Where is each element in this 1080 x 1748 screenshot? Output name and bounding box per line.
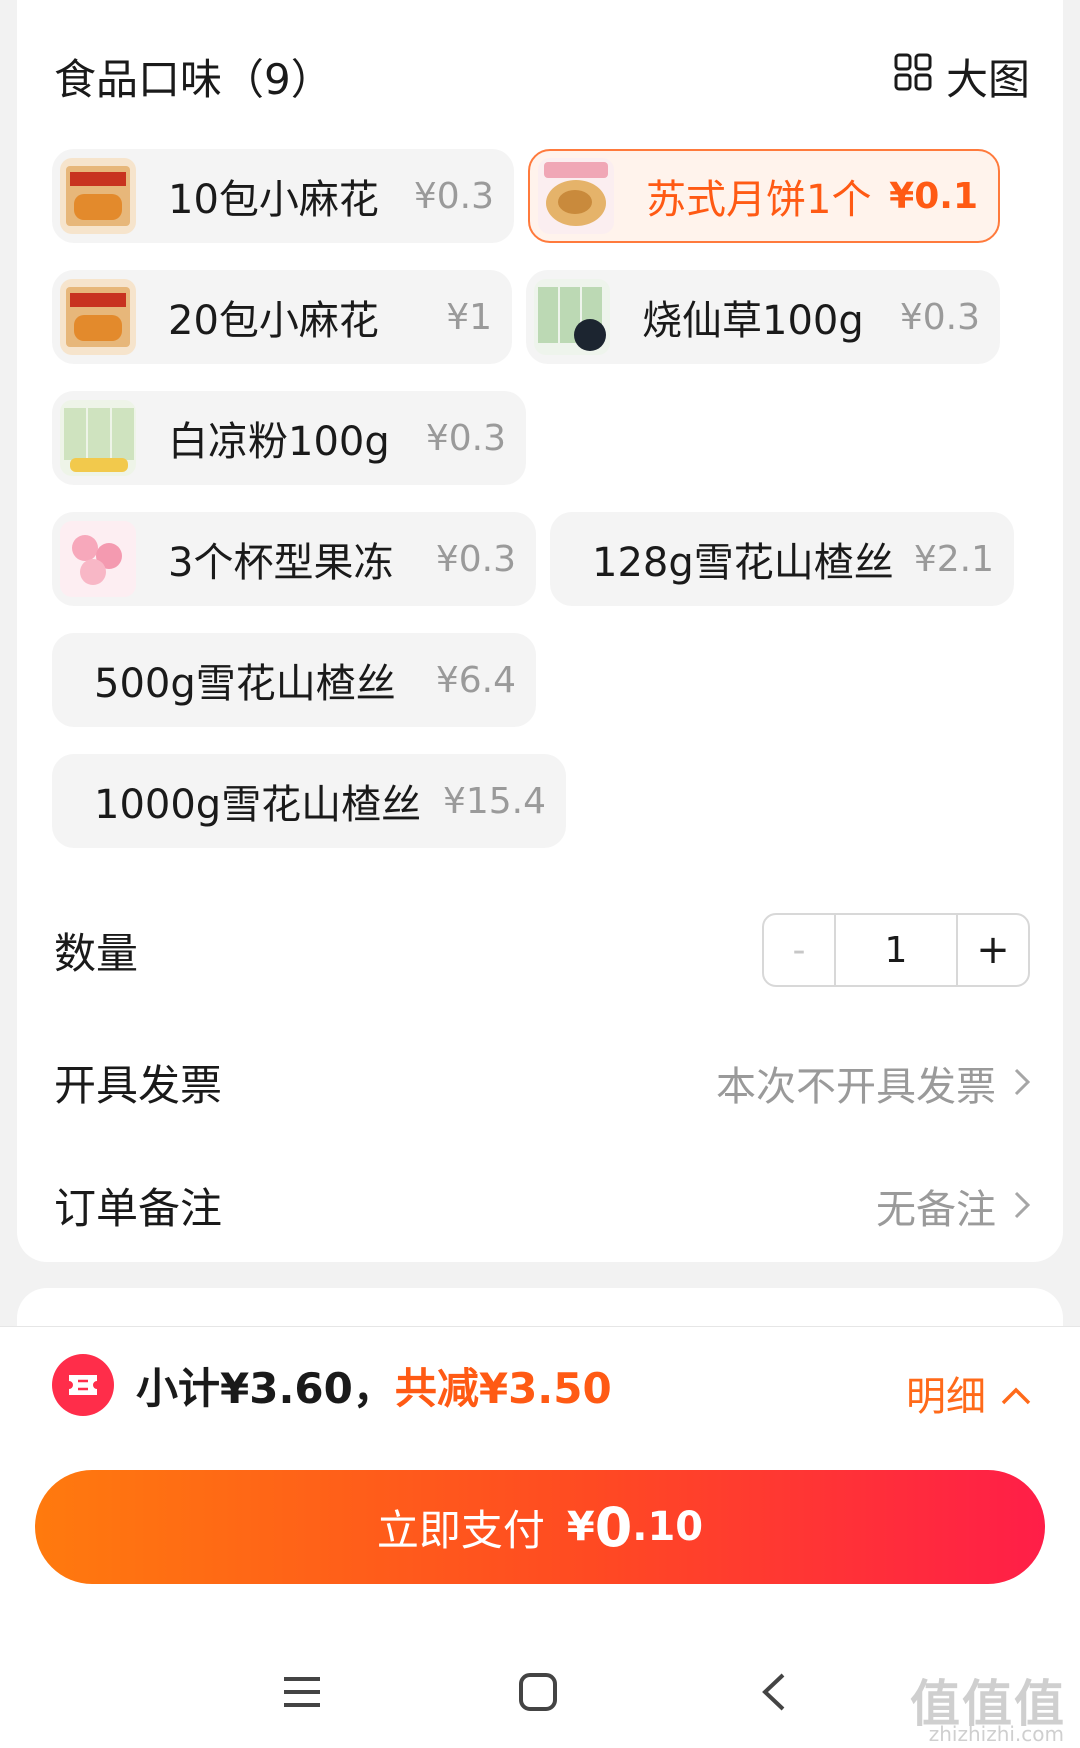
pay-now-button[interactable]: 立即支付 ¥ 0 .10 [35, 1470, 1045, 1584]
chevron-right-icon [1014, 1183, 1031, 1229]
detail-label: 明细 [906, 1374, 986, 1420]
big-view-label: 大图 [945, 55, 1030, 104]
flavor-option-price: ¥15.4 [442, 780, 546, 822]
flavor-option-name: 20包小麻花 [168, 298, 379, 344]
chevron-up-icon [986, 1370, 1032, 1416]
invoice-value: 本次不开具发票 [716, 1063, 996, 1110]
watermark-url: zhizhizhi.com [928, 1722, 1064, 1746]
big-view-toggle[interactable]: 大图 [894, 46, 1030, 107]
white-jelly-thumbnail [60, 400, 136, 476]
flavor-option-price: ¥0.3 [899, 296, 980, 338]
mooncake-thumbnail [538, 158, 614, 234]
invoice-value-wrap: 本次不开具发票 [716, 1054, 1031, 1112]
remark-label: 订单备注 [54, 1184, 223, 1233]
flavor-option-mooncake[interactable]: 苏式月饼1个 ¥0.1 [528, 149, 1000, 243]
remark-value: 无备注 [876, 1186, 996, 1233]
flavor-option-name: 128g雪花山楂丝 [592, 540, 894, 586]
flavor-option-hawthorn-500g[interactable]: 500g雪花山楂丝 ¥6.4 [52, 633, 536, 727]
flavor-option-price: ¥1 [446, 296, 492, 338]
flavor-option-price: ¥0.3 [435, 538, 516, 580]
subtotal-text: 小计¥3.60， [136, 1363, 395, 1413]
remark-value-wrap: 无备注 [876, 1177, 1031, 1235]
flavor-option-name: 3个杯型果冻 [168, 540, 394, 586]
flavor-option-price: ¥6.4 [435, 659, 516, 701]
flavor-option-name: 白凉粉100g [168, 419, 390, 465]
flavor-option-price: ¥2.1 [913, 538, 994, 580]
flavor-option-white-jelly[interactable]: 白凉粉100g ¥0.3 [52, 391, 526, 485]
grass-jelly-thumbnail [534, 279, 610, 355]
flavor-option-price: ¥0.1 [889, 175, 978, 217]
invoice-row[interactable]: 开具发票 本次不开具发票 [54, 1052, 1031, 1113]
quantity-label: 数量 [54, 928, 139, 978]
flavor-option-grass-jelly[interactable]: 烧仙草100g ¥0.3 [526, 270, 1000, 364]
flavor-option-name: 10包小麻花 [168, 177, 379, 223]
flavor-option-mahua-20[interactable]: 20包小麻花 ¥1 [52, 270, 512, 364]
flavor-option-name: 苏式月饼1个 [646, 177, 872, 223]
flavor-option-hawthorn-1000g[interactable]: 1000g雪花山楂丝 ¥15.4 [52, 754, 566, 848]
flavor-option-mahua-10[interactable]: 10包小麻花 ¥0.3 [52, 149, 514, 243]
quantity-input[interactable]: 1 [836, 915, 958, 985]
flavor-section-title: 食品口味（9） [54, 55, 333, 104]
pay-amount-integer: 0 [594, 1495, 633, 1559]
increment-button[interactable]: + [958, 915, 1028, 985]
quantity-stepper: - 1 + [762, 913, 1030, 987]
quantity-row: 数量 - 1 + [54, 913, 1030, 987]
price-detail-toggle[interactable]: 明细 [906, 1364, 1032, 1422]
flavor-option-name: 1000g雪花山楂丝 [94, 782, 422, 828]
pay-currency: ¥ [566, 1504, 595, 1550]
flavor-option-cup-jelly[interactable]: 3个杯型果冻 ¥0.3 [52, 512, 536, 606]
decrement-button[interactable]: - [764, 915, 836, 985]
invoice-label: 开具发票 [54, 1061, 223, 1110]
chevron-right-icon [1014, 1060, 1031, 1106]
pay-now-label: 立即支付 [376, 1505, 545, 1555]
cup-jelly-thumbnail [60, 521, 136, 597]
grid-icon [894, 52, 946, 101]
home-icon[interactable] [508, 1662, 568, 1722]
flavor-option-price: ¥0.3 [413, 175, 494, 217]
flavor-option-hawthorn-128g[interactable]: 128g雪花山楂丝 ¥2.1 [550, 512, 1014, 606]
pay-amount-decimal: .10 [632, 1504, 704, 1550]
remark-row[interactable]: 订单备注 无备注 [54, 1175, 1031, 1236]
flavor-option-name: 烧仙草100g [642, 298, 864, 344]
flavor-option-name: 500g雪花山楂丝 [94, 661, 396, 707]
price-summary: 小计¥3.60， 共减¥3.50 [52, 1354, 612, 1416]
discount-text: 共减¥3.50 [394, 1363, 612, 1413]
mahua-box-thumbnail [60, 158, 136, 234]
flavor-option-price: ¥0.3 [425, 417, 506, 459]
mahua-box-thumbnail [60, 279, 136, 355]
menu-icon[interactable] [272, 1662, 332, 1722]
coupon-icon [52, 1354, 114, 1416]
back-icon[interactable] [744, 1662, 804, 1722]
